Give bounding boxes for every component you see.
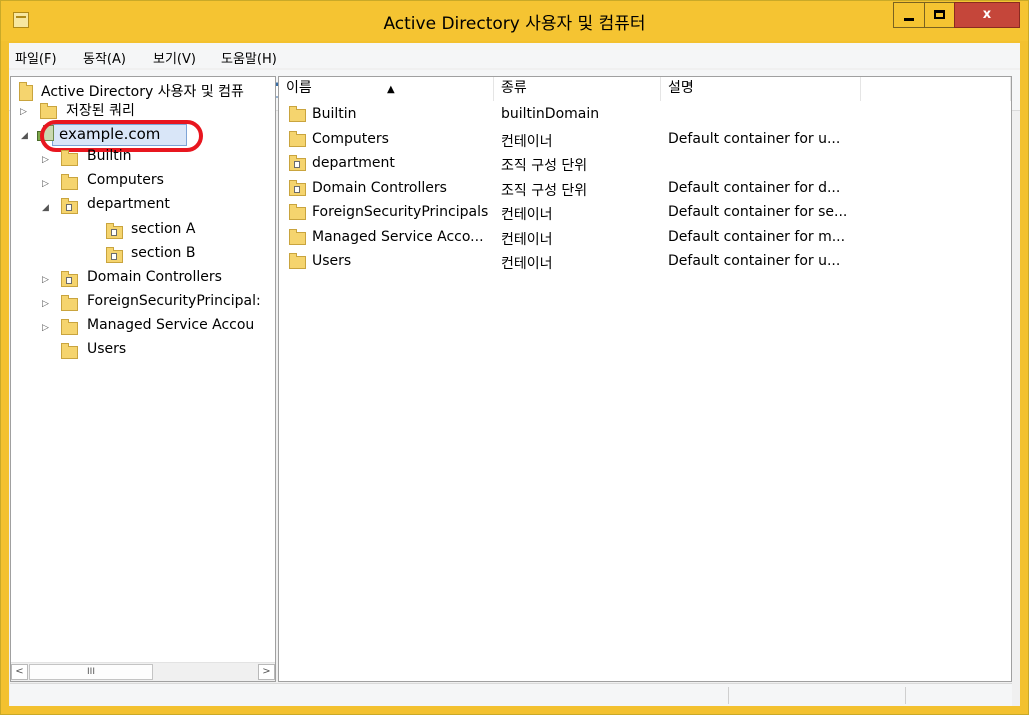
list-item[interactable]: Builtin builtinDomain (279, 103, 1011, 127)
tree-item-domain-controllers[interactable]: Domain Controllers (87, 269, 222, 289)
list-item-name: Domain Controllers (312, 179, 447, 196)
tree-item-msa[interactable]: Managed Service Accou (87, 317, 254, 337)
maximize-button[interactable] (924, 2, 955, 28)
collapse-arrow-icon[interactable]: ◢ (42, 204, 50, 213)
maximize-icon (934, 10, 945, 19)
column-header-type[interactable]: 종류 (494, 77, 661, 101)
console-root-icon (19, 82, 33, 101)
folder-icon (289, 228, 306, 245)
ou-folder-icon (106, 223, 123, 239)
list-item[interactable]: Computers 컨테이너 Default container for u... (279, 128, 1011, 152)
scroll-thumb[interactable]: III (29, 664, 153, 680)
list-item-type: 컨테이너 (501, 133, 553, 150)
menu-view[interactable]: 보기(V) (153, 48, 196, 67)
list-item-name: Computers (312, 130, 389, 147)
column-header-description[interactable]: 설명 (661, 77, 861, 101)
window-title: Active Directory 사용자 및 컴퓨터 (383, 14, 646, 34)
list-item-name: department (312, 155, 395, 171)
list-item[interactable]: department 조직 구성 단위 (279, 152, 1011, 176)
column-header-name-label: 이름 (286, 80, 312, 96)
list-item-type: 컨테이너 (501, 207, 553, 223)
status-divider (905, 687, 906, 704)
folder-icon (61, 174, 78, 190)
tree-item-section-b[interactable]: section B (131, 245, 195, 265)
expand-arrow-icon[interactable]: ▷ (42, 180, 50, 189)
ou-folder-icon (61, 198, 78, 214)
scroll-left-icon[interactable]: < (11, 664, 28, 680)
column-header-spacer (861, 77, 1011, 101)
menu-bar: 파일(F) 동작(A) 보기(V) 도움말(H) (9, 43, 1020, 68)
ou-folder-icon (289, 179, 306, 196)
title-bar[interactable]: Active Directory 사용자 및 컴퓨터 x (1, 1, 1028, 41)
folder-icon (289, 130, 306, 147)
ou-folder-icon (106, 247, 123, 263)
column-header-name[interactable]: 이름 ▲ (279, 77, 494, 101)
list-item-type: 조직 구성 단위 (501, 182, 588, 199)
app-window: Active Directory 사용자 및 컴퓨터 x 파일(F) 동작(A)… (0, 0, 1029, 715)
list-item-name: Users (312, 253, 352, 269)
expand-arrow-icon[interactable]: ▷ (20, 108, 28, 117)
tree-root-label[interactable]: Active Directory 사용자 및 컴퓨 (41, 81, 244, 101)
tree-item-saved-queries[interactable]: 저장된 쿼리 (66, 100, 135, 120)
minimize-icon (904, 18, 914, 21)
list-item-description: Default container for d... (668, 179, 841, 196)
list-item[interactable]: Users 컨테이너 Default container for u... (279, 250, 1011, 274)
list-item-name: ForeignSecurityPrincipals (312, 204, 489, 220)
list-item[interactable]: Domain Controllers 조직 구성 단위 Default contai… (279, 177, 1011, 201)
status-divider (728, 687, 729, 704)
list-item-description: Default container for se... (668, 204, 848, 220)
scroll-right-icon[interactable]: > (258, 664, 275, 680)
folder-icon (289, 204, 306, 220)
status-bar (10, 683, 1012, 706)
tree-item-department[interactable]: department (87, 196, 170, 216)
folder-icon (61, 319, 78, 335)
list-item-description: Default container for m... (668, 228, 846, 245)
list-item-type: 조직 구성 단위 (501, 158, 588, 174)
folder-icon (61, 295, 78, 311)
collapse-arrow-icon[interactable]: ◢ (21, 132, 29, 141)
horizontal-scrollbar[interactable]: < III > (11, 662, 275, 681)
console-tree[interactable]: Active Directory 사용자 및 컴퓨 ▷ 저장된 쿼리 ◢ exa… (10, 76, 276, 682)
menu-action[interactable]: 동작(A) (83, 48, 126, 67)
list-item-description: Default container for u... (668, 253, 841, 269)
tree-item-computers[interactable]: Computers (87, 172, 164, 192)
minimize-button[interactable] (893, 2, 925, 28)
details-list[interactable]: 이름 ▲ 종류 설명 Builtin builtinDomain Computers… (278, 76, 1012, 682)
sort-ascending-icon: ▲ (387, 84, 395, 95)
menu-file[interactable]: 파일(F) (15, 48, 57, 67)
folder-icon (61, 343, 78, 359)
expand-arrow-icon[interactable]: ▷ (42, 276, 50, 285)
menu-help[interactable]: 도움말(H) (221, 48, 277, 67)
tree-item-users[interactable]: Users (87, 341, 126, 361)
expand-arrow-icon[interactable]: ▷ (42, 300, 50, 309)
list-item-description: Default container for u... (668, 130, 841, 147)
list-item-name: Builtin (312, 106, 357, 122)
list-item-type: 컨테이너 (501, 256, 553, 272)
list-item[interactable]: Managed Service Acco... 컨테이너 Default conta… (279, 226, 1011, 250)
tree-item-builtin[interactable]: Builtin (87, 148, 132, 168)
list-item-name: Managed Service Acco... (312, 228, 484, 245)
list-item-type: 컨테이너 (501, 231, 553, 248)
list-item-type: builtinDomain (501, 106, 600, 122)
list-item[interactable]: ForeignSecurityPrincipals 컨테이너 Default con… (279, 201, 1011, 225)
ou-folder-icon (289, 155, 306, 171)
tree-item-fsp[interactable]: ForeignSecurityPrincipal: (87, 293, 261, 313)
expand-arrow-icon[interactable]: ▷ (42, 156, 50, 165)
folder-icon (289, 106, 306, 122)
ou-folder-icon (61, 271, 78, 287)
folder-icon (289, 253, 306, 269)
folder-icon (40, 103, 57, 119)
expand-arrow-icon[interactable]: ▷ (42, 324, 50, 333)
close-button[interactable]: x (954, 2, 1020, 28)
folder-icon (61, 150, 78, 166)
tree-item-section-a[interactable]: section A (131, 221, 195, 241)
